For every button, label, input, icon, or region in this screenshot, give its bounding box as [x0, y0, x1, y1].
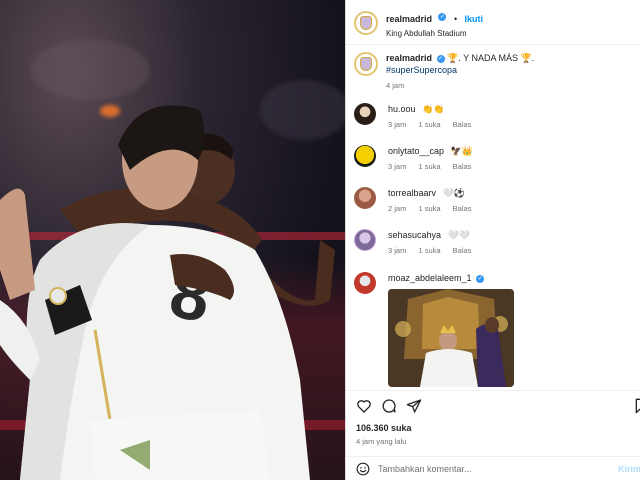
post-photo[interactable]: 8: [0, 0, 345, 480]
caption-avatar[interactable]: [354, 52, 378, 76]
comment-icon[interactable]: [381, 398, 397, 414]
realmadrid-avatar[interactable]: [354, 11, 378, 35]
verified-badge-icon: ✓: [476, 274, 485, 283]
comment-username[interactable]: torrealbaarv: [388, 188, 436, 198]
comment-reply-button[interactable]: Balas: [453, 246, 472, 255]
comment-item: moaz_abdelaleem_1 ✓: [354, 272, 634, 387]
throne-meme-illustration: [388, 289, 514, 387]
comment-likes[interactable]: 1 suka: [418, 120, 440, 129]
comment-likes[interactable]: 1 suka: [418, 162, 440, 171]
verified-badge-icon: ✓: [438, 13, 447, 22]
comment-text: 🦅👑: [450, 146, 473, 156]
add-comment-bar: Kirim: [346, 456, 640, 480]
commenter-avatar[interactable]: [354, 187, 376, 209]
post-time: 4 jam yang lalu: [356, 437, 407, 446]
commenter-avatar[interactable]: [354, 145, 376, 167]
comment-time: 3 jam: [388, 120, 407, 129]
comment-image[interactable]: [388, 289, 514, 387]
comment-item: onlytato__cap 🦅👑 3 jam 1 suka Balas: [354, 145, 634, 173]
comment-reply-button[interactable]: Balas: [453, 120, 472, 129]
caption-time: 4 jam: [386, 81, 405, 90]
comment-likes[interactable]: 1 suka: [418, 204, 440, 213]
comment-reply-button[interactable]: Balas: [453, 204, 472, 213]
commenter-avatar[interactable]: [354, 103, 376, 125]
comment-time: 2 jam: [388, 204, 407, 213]
emoji-icon[interactable]: [356, 462, 370, 476]
header-username[interactable]: realmadrid: [386, 14, 432, 24]
caption-username[interactable]: realmadrid: [386, 53, 432, 63]
action-bar: [356, 398, 640, 414]
bookmark-icon[interactable]: [633, 398, 640, 414]
share-icon[interactable]: [406, 398, 422, 414]
heart-icon[interactable]: [356, 398, 372, 414]
commenter-avatar[interactable]: [354, 229, 376, 251]
comment-input[interactable]: [378, 463, 598, 474]
verified-badge-icon: ✓: [436, 54, 445, 63]
send-comment-button[interactable]: Kirim: [618, 464, 640, 474]
post-header: realmadrid ✓ • Ikuti King Abdullah Stadi…: [354, 8, 640, 38]
post-caption: realmadrid ✓ 🏆. Y NADA MÁS 🏆. #superSupe…: [354, 52, 634, 92]
comment-text: 🤍⚽: [442, 188, 465, 198]
follow-button[interactable]: Ikuti: [465, 14, 484, 24]
comment-time: 3 jam: [388, 246, 407, 255]
likes-count[interactable]: 106.360 suka: [356, 423, 412, 433]
location-link[interactable]: King Abdullah Stadium: [386, 29, 483, 38]
comment-item: hu.oou 👏👏 3 jam 1 suka Balas: [354, 103, 634, 131]
comment-item: sehasucahya 🤍🤍 3 jam 1 suka Balas: [354, 229, 634, 257]
comment-reply-button[interactable]: Balas: [453, 162, 472, 171]
separator-dot: •: [453, 13, 458, 24]
comment-item: torrealbaarv 🤍⚽ 2 jam 1 suka Balas: [354, 187, 634, 215]
commenter-avatar[interactable]: [354, 272, 376, 294]
post-side-panel: realmadrid ✓ • Ikuti King Abdullah Stadi…: [345, 0, 640, 480]
comment-text: 👏👏: [422, 104, 445, 114]
comment-username[interactable]: onlytato__cap: [388, 146, 444, 156]
players-illustration: 8: [0, 105, 345, 480]
actions-divider: [346, 390, 640, 391]
comment-text: 🤍🤍: [447, 230, 470, 240]
comment-likes[interactable]: 1 suka: [418, 246, 440, 255]
caption-text: 🏆. Y NADA MÁS 🏆.: [447, 53, 535, 63]
comment-time: 3 jam: [388, 162, 407, 171]
header-divider: [346, 44, 640, 45]
caption-hashtag[interactable]: #superSupercopa: [386, 64, 534, 76]
comment-username[interactable]: moaz_abdelaleem_1: [388, 273, 472, 283]
comment-username[interactable]: sehasucahya: [388, 230, 441, 240]
comment-username[interactable]: hu.oou: [388, 104, 416, 114]
